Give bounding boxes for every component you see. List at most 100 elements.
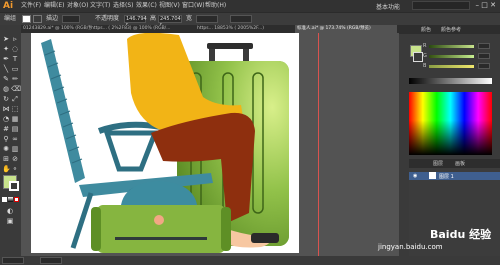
artboard[interactable] (31, 33, 299, 253)
height-field[interactable] (230, 15, 252, 23)
tools-panel: ➤ ▹ ✦ ◌ ✒ T ╲ ▭ ✎ ✏ ◍ ⌫ ↻ ⤢ ⋈ ⬚ ◔ ▦ # ▤ … (0, 25, 21, 265)
menu-object[interactable]: 对象(O) (67, 2, 88, 10)
pen-tool-icon[interactable]: ✒ (2, 55, 10, 63)
hand-tool-icon[interactable]: ✋ (2, 165, 11, 173)
rotate-tool-icon[interactable]: ↻ (2, 95, 10, 103)
gradient-tool-icon[interactable]: ▤ (11, 125, 19, 133)
tab-color[interactable]: 颜色 (421, 26, 431, 33)
slider-label-g: G (423, 53, 427, 59)
w-label: 宽 (186, 15, 193, 22)
rectangle-tool-icon[interactable]: ▭ (11, 65, 19, 73)
menu-window[interactable]: 窗口(W) (182, 2, 205, 10)
layers-panel-tabs: 图层 画板 (409, 159, 500, 168)
gradient-mode-icon[interactable] (8, 197, 13, 202)
width-tool-icon[interactable]: ⋈ (2, 105, 10, 113)
slider-b-value[interactable] (478, 63, 490, 69)
graph-tool-icon[interactable]: ▥ (11, 145, 19, 153)
maximize-button[interactable]: □ (481, 1, 488, 9)
selection-type-label: 编组 (4, 15, 17, 22)
y-field[interactable]: 245.704 r (158, 15, 182, 28)
symbol-sprayer-icon[interactable]: ✺ (2, 145, 10, 153)
menu-view[interactable]: 视图(V) (159, 2, 180, 10)
menu-edit[interactable]: 编辑(E) (44, 2, 64, 10)
magic-wand-icon[interactable]: ✦ (2, 45, 10, 53)
zoom-tool-icon[interactable]: ⚬ (11, 165, 19, 173)
minimize-button[interactable]: – (476, 1, 480, 9)
color-panel-tabs: 颜色 颜色参考 (399, 25, 500, 34)
artboard-nav-field[interactable] (40, 257, 62, 264)
app-logo: Ai (3, 1, 14, 11)
slider-g-value[interactable] (478, 53, 490, 59)
h-label: 高 (150, 15, 157, 22)
paintbrush-icon[interactable]: ✎ (2, 75, 10, 83)
slider-b[interactable] (429, 65, 474, 68)
tab-document-active[interactable]: 标准人.ai* @ 173.74% (RGB/预览) (295, 25, 397, 33)
color-mode-icon[interactable] (2, 197, 7, 202)
menu-type[interactable]: 文字(T) (90, 2, 110, 10)
panel-stroke-swatch[interactable] (413, 52, 423, 62)
menu-bar: Ai 文件(F) 编辑(E) 对象(O) 文字(T) 选择(S) 效果(C) 视… (0, 0, 500, 12)
scale-tool-icon[interactable]: ⤢ (11, 95, 19, 103)
selection-tool-icon[interactable]: ➤ (2, 35, 10, 43)
layer-name[interactable]: 图层 1 (439, 173, 454, 180)
width-field[interactable] (196, 15, 218, 23)
close-button[interactable]: ✕ (490, 1, 496, 9)
none-mode-icon[interactable] (14, 197, 19, 202)
window-controls: – □ ✕ (476, 1, 496, 9)
canvas-area[interactable] (21, 33, 399, 265)
illustration (41, 33, 289, 253)
stroke-weight-field[interactable] (62, 15, 80, 23)
slider-r[interactable] (429, 45, 474, 48)
zoom-field[interactable] (2, 257, 24, 264)
tab-document-1[interactable]: 01243829.ai* @ 100% (RGB/预览) (21, 25, 91, 33)
type-tool-icon[interactable]: T (11, 55, 19, 63)
artboard-tool-icon[interactable]: ⊞ (2, 155, 10, 163)
tab-artboards[interactable]: 画板 (455, 160, 465, 167)
guide-line (318, 33, 319, 265)
watermark-url: jingyan.baidu.com (378, 243, 443, 251)
direct-selection-tool-icon[interactable]: ▹ (11, 35, 19, 43)
mesh-tool-icon[interactable]: # (2, 125, 10, 133)
opacity-label: 不透明度 (95, 15, 120, 22)
layer-thumbnail (429, 172, 436, 179)
shape-builder-icon[interactable]: ◔ (2, 115, 10, 123)
eyedropper-icon[interactable]: ⚲ (2, 135, 10, 143)
perspective-grid-icon[interactable]: ▦ (11, 115, 19, 123)
blob-brush-icon[interactable]: ◍ (2, 85, 10, 93)
x-field[interactable]: 146.794 r (124, 15, 147, 28)
tab-document-2[interactable]: https... ( 2%2F83) @ 100% (RGB/... (89, 25, 197, 33)
slice-tool-icon[interactable]: ⊘ (11, 155, 19, 163)
watermark-logo: Baidu 经验 (430, 228, 492, 241)
document-tabs: 01243829.ai* @ 100% (RGB/预览) https... ( … (21, 25, 399, 33)
search-input[interactable] (412, 1, 470, 10)
menu-file[interactable]: 文件(F) (21, 2, 41, 10)
free-transform-icon[interactable]: ⬚ (11, 105, 19, 113)
fill-swatch-small[interactable] (22, 15, 31, 23)
layer-row[interactable]: ◉ 图层 1 (409, 172, 500, 180)
eraser-icon[interactable]: ⌫ (11, 85, 21, 93)
workspace-switcher[interactable]: 基本功能 (376, 2, 400, 11)
menu-help[interactable]: 帮助(H) (205, 2, 226, 10)
lasso-icon[interactable]: ◌ (11, 45, 19, 53)
slider-label-r: R (423, 43, 427, 49)
grayscale-ramp[interactable] (409, 78, 492, 84)
tab-color-guide[interactable]: 颜色参考 (441, 26, 461, 33)
menu-select[interactable]: 选择(S) (113, 2, 134, 10)
menu-effect[interactable]: 效果(C) (136, 2, 157, 10)
blend-tool-icon[interactable]: ∞ (11, 135, 19, 143)
tab-document-3[interactable]: https... 18853% ( 2005%2F...) (195, 25, 297, 33)
pencil-icon[interactable]: ✏ (11, 75, 19, 83)
line-tool-icon[interactable]: ╲ (2, 65, 10, 73)
slider-g[interactable] (429, 55, 474, 58)
status-bar (0, 256, 500, 265)
control-bar: 编组 描边 不透明度 146.794 r 高 245.704 r 宽 (0, 12, 500, 28)
color-spectrum[interactable] (409, 92, 492, 155)
tab-layers[interactable]: 图层 (433, 160, 443, 167)
slider-label-b: B (423, 63, 427, 69)
stroke-color-swatch[interactable] (9, 181, 19, 191)
eye-icon[interactable]: ◉ (413, 173, 417, 179)
screen-mode-icon[interactable]: ▣ (6, 217, 14, 225)
stroke-swatch-small[interactable] (33, 15, 42, 23)
draw-mode-icon[interactable]: ◐ (6, 207, 14, 215)
slider-r-value[interactable] (478, 43, 490, 49)
